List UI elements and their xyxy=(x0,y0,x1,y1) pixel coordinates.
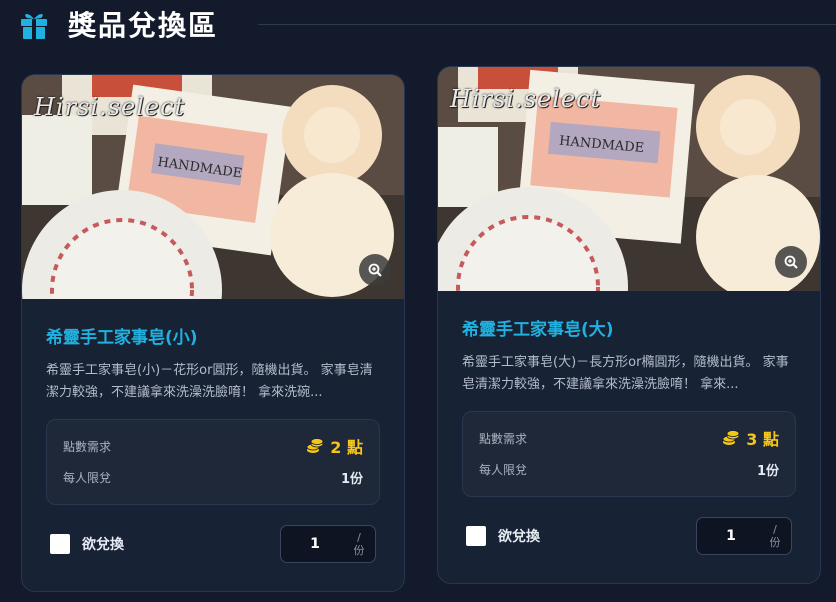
header-divider xyxy=(258,24,836,25)
zoom-button[interactable] xyxy=(775,246,807,278)
redeem-checkbox-label[interactable]: 欲兌換 xyxy=(466,526,540,546)
redeem-info-panel: 點數需求 2 點 每人限兌 1份 xyxy=(46,419,380,505)
zoom-in-icon xyxy=(784,255,798,269)
points-value: 3 點 xyxy=(746,430,779,449)
quantity-input[interactable]: 1 /份 xyxy=(280,525,376,563)
points-value: 2 點 xyxy=(330,438,363,457)
product-description: 希靈手工家事皂(小)－花形or圓形，隨機出貨。 家事皂清潔力較強，不建議拿來洗澡… xyxy=(46,363,373,400)
points-label: 點數需求 xyxy=(63,439,112,454)
product-image[interactable]: HANDMADE Hirsi.select xyxy=(22,75,404,299)
limit-value: 1份 xyxy=(756,464,779,479)
quantity-input[interactable]: 1 /份 xyxy=(696,517,792,555)
quantity-unit: / 份 xyxy=(769,523,781,549)
prize-card: HANDMADE Hirsi.select 希靈手工家事皂(小) 希靈手工家事皂… xyxy=(21,74,405,592)
quantity-value[interactable]: 1 xyxy=(697,528,759,544)
product-image[interactable]: HANDMADE Hirsi.select xyxy=(438,67,820,291)
zoom-in-icon xyxy=(368,263,382,277)
redeem-checkbox-label[interactable]: 欲兌換 xyxy=(50,534,124,554)
redeem-checkbox[interactable] xyxy=(466,526,486,546)
product-name[interactable]: 希靈手工家事皂(小) xyxy=(46,323,380,348)
product-description: 希靈手工家事皂(大)－長方形or橢圓形，隨機出貨。 家事皂清潔力較強，不建議拿來… xyxy=(462,355,789,392)
checkbox-label: 欲兌換 xyxy=(82,537,124,553)
zoom-button[interactable] xyxy=(359,254,391,286)
watermark: Hirsi.select xyxy=(34,93,186,121)
page-header: 獎品兌換區 xyxy=(18,6,218,42)
product-name[interactable]: 希靈手工家事皂(大) xyxy=(462,315,796,340)
limit-label: 每人限兌 xyxy=(63,471,112,485)
limit-label: 每人限兌 xyxy=(479,463,528,477)
checkbox-label: 欲兌換 xyxy=(498,529,540,545)
limit-value: 1份 xyxy=(340,472,363,487)
watermark: Hirsi.select xyxy=(450,85,602,113)
page-title: 獎品兌換區 xyxy=(68,9,219,42)
quantity-unit: / 份 xyxy=(353,531,365,557)
points-label: 點數需求 xyxy=(479,431,528,446)
redeem-info-panel: 點數需求 3 點 每人限兌 1份 xyxy=(462,411,796,497)
gift-icon xyxy=(21,13,47,39)
redeem-checkbox[interactable] xyxy=(50,534,70,554)
prize-card: HANDMADE Hirsi.select 希靈手工家事皂(大) 希靈手工家事皂… xyxy=(437,66,821,584)
coins-icon xyxy=(722,430,740,445)
quantity-value[interactable]: 1 xyxy=(281,536,343,552)
coins-icon xyxy=(306,438,324,453)
